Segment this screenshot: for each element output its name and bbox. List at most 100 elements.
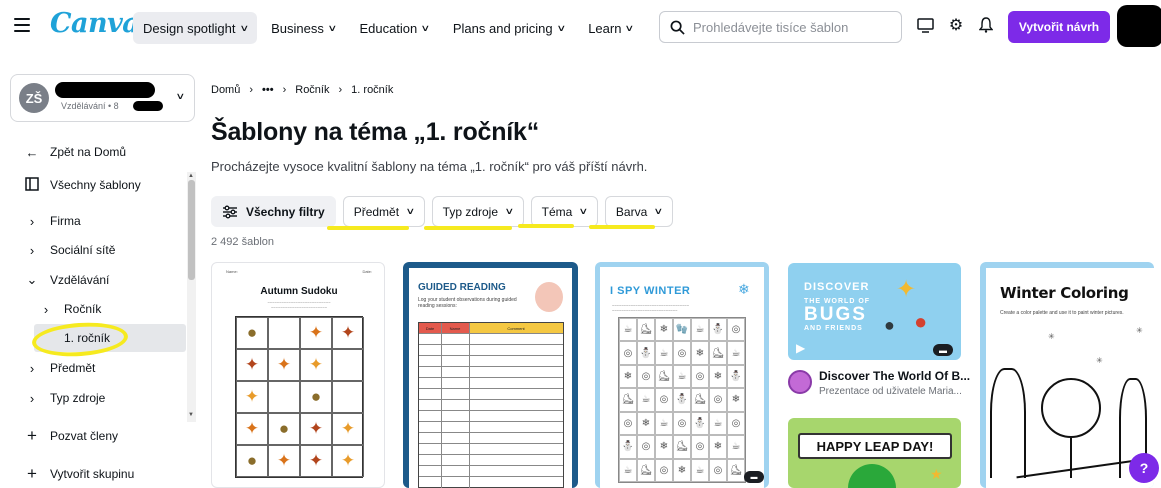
sidebar-item-grade[interactable]: › Ročník — [38, 295, 184, 323]
page-subtitle: Procházejte vysoce kvalitní šablony na t… — [211, 159, 648, 174]
nav-business[interactable]: Business ∨ — [261, 12, 345, 44]
name-label: Name: — [226, 269, 238, 274]
column-header: Date — [419, 323, 441, 333]
leaf-icon: ✦ — [268, 445, 300, 477]
reader-illustration — [535, 282, 563, 312]
breadcrumb-current: 1. ročník — [351, 84, 394, 96]
reading-log-table: Date Name Comment — [418, 322, 564, 488]
nav-label: Learn — [588, 20, 622, 36]
chevron-down-icon: ⌄ — [26, 272, 38, 287]
scroll-down-icon[interactable]: ▼ — [188, 412, 194, 418]
sidebar-item-subject[interactable]: › Předmět — [24, 354, 184, 382]
sidebar-item-firma[interactable]: › Firma — [24, 207, 184, 235]
arrow-left-icon: ← — [25, 144, 39, 160]
beetle-icon: ● — [914, 309, 928, 334]
chevron-right-icon: › — [29, 242, 35, 258]
leaf-icon: ● — [236, 317, 268, 349]
chevron-down-icon: ∨ — [504, 206, 515, 216]
leaf-icon: ✦ — [268, 349, 300, 381]
canva-logo[interactable]: Canva — [50, 8, 140, 39]
sidebar-item-label: Sociální sítě — [50, 243, 116, 257]
worksheet-badge-icon: ▬ — [744, 471, 764, 483]
team-switcher[interactable]: ZŠ Vzdělávání • 8 ∨ — [10, 74, 195, 122]
chevron-down-icon: ∨ — [578, 206, 589, 216]
sidebar-item-social[interactable]: › Sociální sítě — [24, 236, 184, 264]
template-card-discover-bugs[interactable]: DISCOVER THE WORLD OF BUGS AND FRIENDS ✦… — [788, 263, 961, 360]
sidebar-item-resource-type[interactable]: › Typ zdroje — [24, 384, 184, 412]
search-input[interactable] — [693, 19, 893, 35]
sidebar-item-label: Ročník — [64, 302, 102, 316]
filter-resource-type[interactable]: Typ zdroje ∨ — [431, 196, 524, 227]
leaf-icon: ✦ — [332, 445, 364, 477]
filter-label: Barva — [615, 204, 648, 219]
chevron-down-icon: ∨ — [405, 206, 416, 216]
redacted-count — [133, 101, 163, 111]
breadcrumb-home[interactable]: Domů — [211, 84, 240, 96]
account-avatar[interactable] — [1117, 5, 1161, 47]
sliders-icon — [223, 205, 237, 218]
template-card-sudoku[interactable]: Name: Date: Autumn Sudoku ~~~~~~~~~~~~~~… — [211, 262, 385, 488]
all-filters-button[interactable]: Všechny filtry — [211, 196, 336, 227]
filter-subject[interactable]: Předmět ∨ — [342, 196, 425, 227]
leaf-icon: ✦ — [236, 413, 268, 445]
sidebar-item-education[interactable]: ⌄ Vzdělávání — [24, 266, 184, 294]
invite-members-button[interactable]: + Pozvat členy — [24, 422, 184, 450]
search-icon — [670, 20, 685, 35]
filter-label: Všechny filtry — [246, 204, 325, 219]
sidebar-item-label: Vzdělávání — [50, 273, 110, 287]
sidebar-item-all-templates[interactable]: Všechny šablony — [24, 171, 184, 199]
template-card-leap-day[interactable]: HAPPY LEAP DAY! ★ — [788, 418, 961, 488]
redacted-team-name — [55, 82, 155, 98]
nav-plans-pricing[interactable]: Plans and pricing ∨ — [443, 12, 574, 44]
bell-icon[interactable] — [976, 15, 996, 35]
card-title: HAPPY LEAP DAY! — [798, 433, 952, 459]
breadcrumb-more[interactable]: ••• — [262, 84, 274, 96]
plus-icon: + — [27, 426, 37, 445]
template-card-winter-coloring[interactable]: Winter Coloring Create a color palette a… — [980, 262, 1154, 488]
nav-learn[interactable]: Learn ∨ — [578, 12, 643, 44]
leaf-icon: ✦ — [332, 317, 364, 349]
templates-icon — [24, 176, 40, 194]
breadcrumb-grade[interactable]: Ročník — [295, 84, 329, 96]
create-design-button[interactable]: Vytvořit návrh — [1008, 11, 1110, 43]
star-icon: ★ — [930, 466, 943, 482]
search-box[interactable] — [659, 11, 902, 43]
filter-label: Téma — [541, 204, 573, 219]
template-card-i-spy-winter[interactable]: I SPY WINTER ❄ ~~~~~~~~~~~~~~~~~~~~~~~~~… — [595, 262, 769, 488]
date-label: Date: — [362, 269, 372, 274]
sidebar-item-label: Typ zdroje — [50, 391, 106, 405]
caterpillar-icon: ● — [884, 315, 895, 335]
leaf-icon: ✦ — [236, 381, 268, 413]
monitor-icon[interactable] — [915, 15, 935, 35]
menu-icon[interactable] — [14, 18, 30, 32]
chevron-right-icon: › — [43, 301, 49, 317]
chevron-down-icon: ∨ — [653, 206, 664, 216]
sidebar-item-label: Všechny šablony — [50, 178, 141, 192]
bugs-big: BUGS — [804, 304, 867, 325]
template-card-guided-reading[interactable]: GUIDED READING Log your student observat… — [403, 262, 578, 488]
highlight-annotation — [518, 224, 574, 228]
nav-education[interactable]: Education ∨ — [349, 12, 438, 44]
chevron-right-icon: › — [282, 84, 287, 96]
help-button[interactable]: ? — [1129, 453, 1159, 483]
nav-design-spotlight[interactable]: Design spotlight ∨ — [133, 12, 258, 44]
filter-color[interactable]: Barva ∨ — [604, 196, 673, 227]
results-count: 2 492 šablon — [211, 236, 274, 248]
nav-label: Business — [271, 20, 324, 36]
create-group-button[interactable]: + Vytvořit skupinu — [24, 460, 184, 488]
scroll-up-icon[interactable]: ▲ — [188, 173, 194, 179]
filter-label: Předmět — [353, 204, 400, 219]
filter-bar: Všechny filtry Předmět ∨ Typ zdroje ∨ Téma… — [211, 196, 673, 227]
back-home-link[interactable]: ← Zpět na Domů — [24, 138, 184, 166]
sidebar-item-label: Pozvat členy — [50, 429, 119, 443]
play-icon[interactable]: ▶ — [796, 341, 805, 355]
top-bar: Canva Design spotlight ∨ Business ∨ Educat… — [0, 0, 1161, 56]
nav-label: Plans and pricing — [452, 20, 553, 36]
scrollbar-thumb[interactable] — [188, 180, 195, 280]
gear-icon[interactable]: ⚙ — [946, 15, 966, 35]
nav-label: Education — [359, 20, 418, 36]
chevron-down-icon: ∨ — [624, 22, 635, 33]
column-header: Name — [441, 323, 469, 333]
filter-theme[interactable]: Téma ∨ — [530, 196, 598, 227]
card-title[interactable]: Discover The World Of B... — [819, 369, 970, 383]
